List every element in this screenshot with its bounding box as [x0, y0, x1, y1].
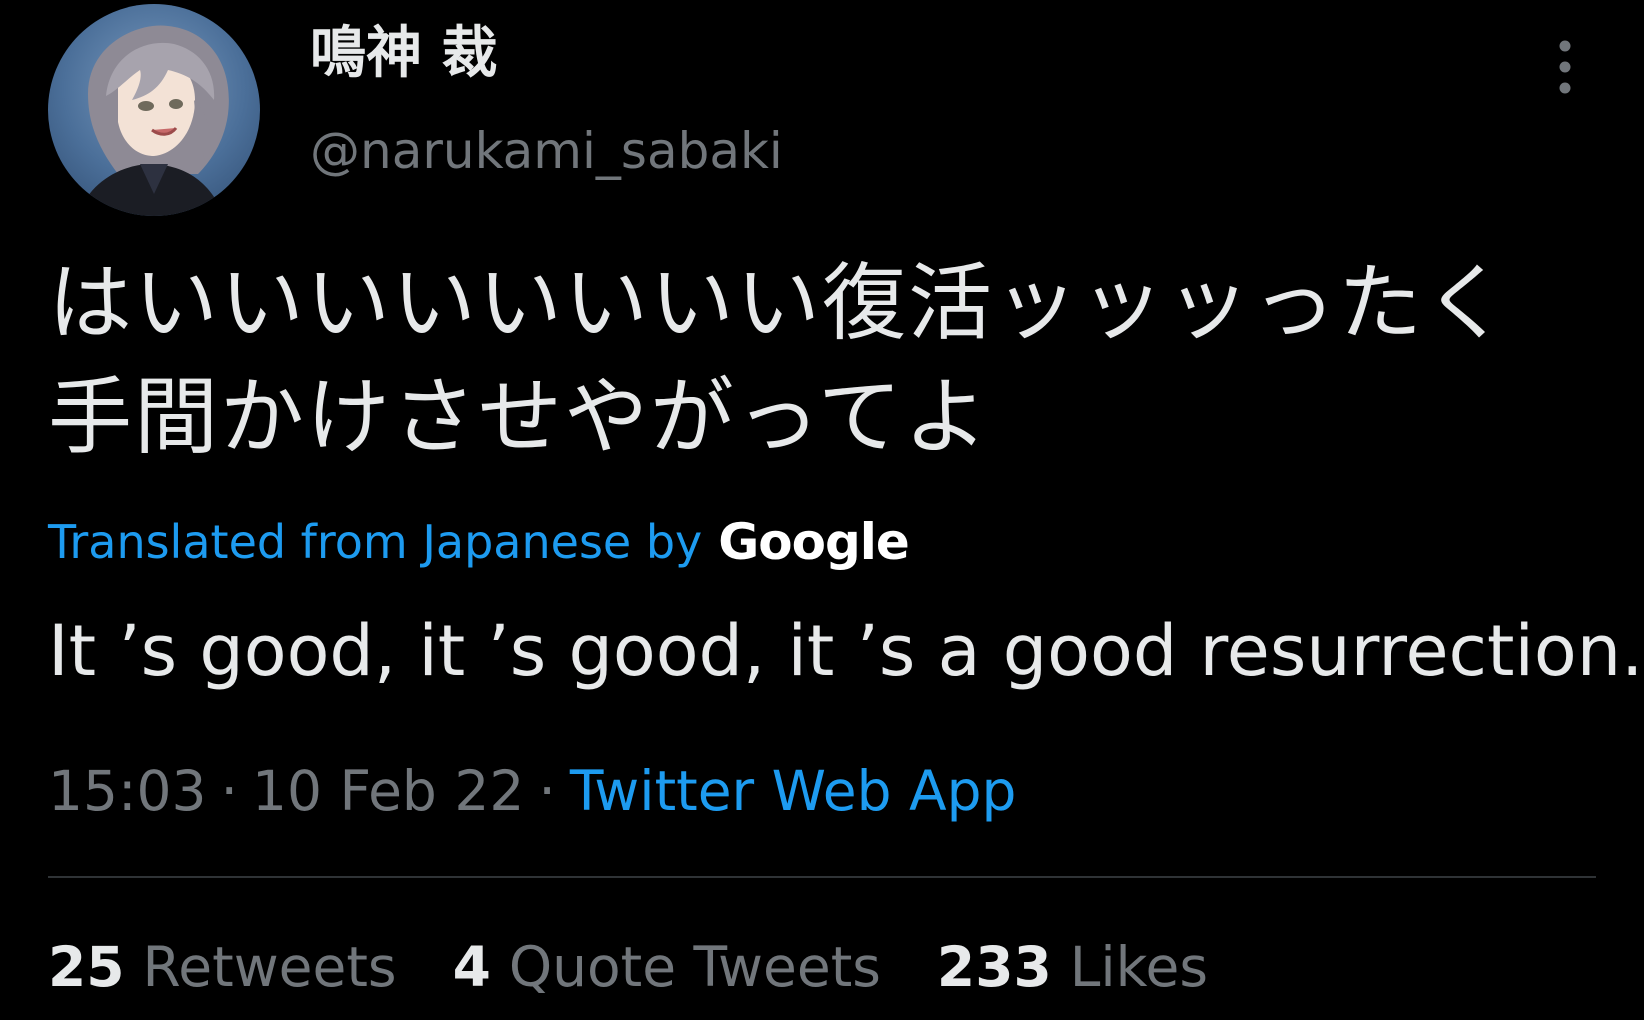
profile-avatar-image — [78, 25, 229, 216]
avatar[interactable] — [48, 4, 260, 216]
meta-separator: · — [538, 759, 556, 823]
retweets-label: Retweets — [142, 935, 397, 999]
retweets-stat[interactable]: 25 Retweets — [48, 935, 397, 999]
quote-tweets-count: 4 — [452, 935, 491, 999]
tweet-time[interactable]: 15:03 — [48, 759, 207, 823]
quote-tweets-label: Quote Tweets — [508, 935, 881, 999]
translation-attribution: Translated from Japanese by Google — [48, 512, 910, 572]
translated-from-link[interactable]: Translated from Japanese by — [48, 515, 702, 569]
quote-tweets-stat[interactable]: 4 Quote Tweets — [453, 935, 881, 999]
divider — [48, 876, 1596, 878]
tweet-date[interactable]: 10 Feb 22 — [252, 759, 524, 823]
author-display-name[interactable]: 鳴神 裁 — [310, 26, 498, 82]
google-logo: Google — [718, 513, 910, 571]
tweet-text-line-2: 手間かけさせやがってよ — [48, 368, 990, 466]
author-handle[interactable]: @narukami_sabaki — [310, 126, 783, 176]
translated-text: It ’s good, it ’s good, it ’s a good res… — [48, 610, 1644, 692]
likes-count: 233 — [936, 935, 1052, 999]
tweet-text-line-1: はいいいいいいいい復活ッッッったく — [48, 254, 1511, 352]
more-options-button[interactable] — [1538, 34, 1592, 100]
meta-separator: · — [220, 759, 238, 823]
tweet-source-link[interactable]: Twitter Web App — [570, 759, 1017, 823]
likes-label: Likes — [1069, 935, 1209, 999]
more-vertical-icon — [1559, 40, 1571, 94]
engagement-stats: 25 Retweets 4 Quote Tweets 233 Likes — [48, 932, 1264, 1002]
tweet-detail: 鳴神 裁 @narukami_sabaki はいいいいいいいい復活ッッッったく … — [0, 0, 1644, 1020]
retweets-count: 25 — [48, 935, 125, 999]
likes-stat[interactable]: 233 Likes — [937, 935, 1208, 999]
tweet-text: はいいいいいいいい復活ッッッったく 手間かけさせやがってよ — [48, 246, 1608, 474]
tweet-metadata: 15:03 · 10 Feb 22 · Twitter Web App — [48, 758, 1016, 824]
